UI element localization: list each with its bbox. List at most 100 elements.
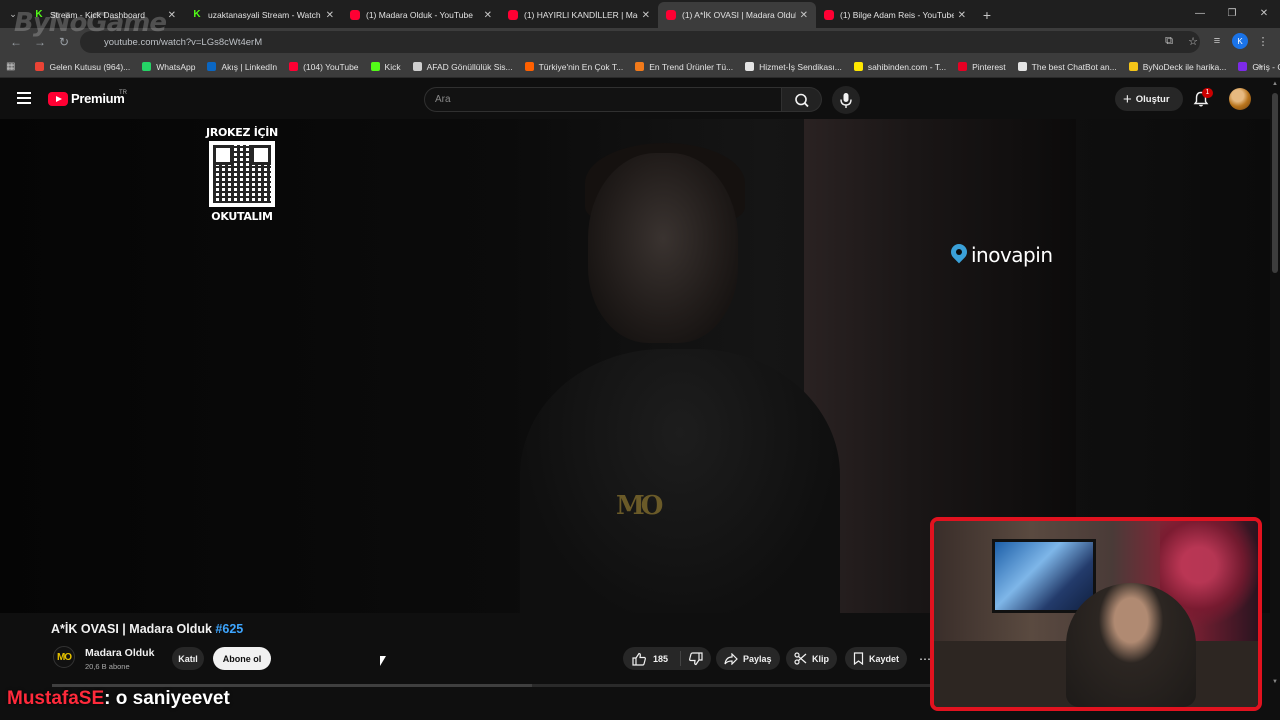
voice-search-button[interactable] [832, 86, 860, 114]
bookmark-item[interactable]: AFAD Gönüllülük Sis... [407, 62, 519, 72]
media-control-icon[interactable]: ≡ [1208, 32, 1226, 50]
bookmark-item[interactable]: Akış | LinkedIn [201, 62, 283, 72]
youtube-icon [350, 10, 360, 20]
bookmark-item[interactable]: Gelen Kutusu (964)... [29, 62, 136, 72]
close-icon[interactable]: ✕ [326, 10, 334, 21]
tab-2[interactable]: (1) Madara Olduk - YouTube ✕ [342, 2, 500, 28]
url-field[interactable]: youtube.com/watch?v=LGs8cWt4erM [80, 31, 1200, 53]
close-window-icon[interactable]: ✕ [1248, 0, 1280, 26]
bookmark-item[interactable]: Pinterest [952, 62, 1012, 72]
hamburger-menu-icon[interactable] [17, 92, 31, 104]
scroll-up-arrow-icon[interactable]: ▲ [1271, 81, 1279, 87]
restore-icon[interactable]: ❐ [1216, 0, 1248, 26]
tab-5[interactable]: (1) Bilge Adam Reis - YouTube ✕ [816, 2, 974, 28]
url-text: youtube.com/watch?v=LGs8cWt4erM [104, 36, 263, 48]
dislike-button[interactable] [681, 651, 711, 666]
close-icon[interactable]: ✕ [168, 10, 176, 21]
search-button[interactable] [782, 87, 822, 112]
menu-icon[interactable]: ⋮ [1254, 32, 1272, 50]
close-icon[interactable]: ✕ [958, 10, 966, 21]
minimize-icon[interactable]: — [1184, 0, 1216, 26]
chevron-right-icon[interactable]: » [1256, 61, 1262, 72]
account-avatar[interactable] [1229, 88, 1251, 110]
install-app-icon[interactable]: ⧉ [1160, 32, 1178, 50]
bookmark-item[interactable]: Hizmet-İş Sendikası... [739, 62, 848, 72]
bookmark-label: The best ChatBot an... [1031, 61, 1117, 72]
youtube-icon [289, 62, 299, 71]
clip-button[interactable]: Klip [786, 647, 837, 670]
tab-title: uzaktanasyali Stream - Watch L [208, 10, 322, 20]
close-icon[interactable]: ✕ [642, 10, 650, 21]
profile-avatar[interactable]: K [1232, 33, 1248, 49]
like-button[interactable]: 185 [623, 651, 681, 666]
bookmark-star-icon[interactable]: ☆ [1184, 32, 1202, 50]
share-icon [724, 652, 738, 665]
globe-icon [745, 62, 755, 71]
like-dislike-group: 185 [623, 647, 711, 670]
qr-code [209, 141, 275, 207]
bookmark-item[interactable]: (104) YouTube [283, 62, 364, 72]
video-title: A*İK OVASI | Madara Olduk #625 [51, 622, 243, 636]
new-tab-button[interactable]: + [974, 2, 1000, 28]
channel-avatar[interactable]: MO [53, 646, 75, 668]
scroll-down-arrow-icon[interactable]: ▼ [1271, 679, 1279, 685]
qr-overlay: JROKEZ İÇİN OKUTALIM [202, 126, 282, 223]
chat-username: MustafaSE [7, 688, 105, 709]
video-title-text: A*İK OVASI | Madara Olduk [51, 622, 212, 636]
search-input[interactable]: Ara [424, 87, 782, 112]
tab-4-active[interactable]: (1) A*İK OVASI | Madara Olduk ✕ [658, 2, 816, 28]
bookmark-item[interactable]: The best ChatBot an... [1012, 62, 1123, 72]
bookmark-item[interactable]: WhatsApp [136, 62, 201, 72]
tab-title: (1) HAYIRLI KANDİLLER | Madar [524, 10, 638, 20]
country-code: TR [119, 90, 127, 96]
gmail-icon [35, 62, 45, 71]
page-scrollbar[interactable]: ▲ ▼ [1270, 79, 1280, 720]
close-icon[interactable]: ✕ [484, 10, 492, 21]
save-button[interactable]: Kaydet [845, 647, 908, 670]
youtube-masthead: Premium TR Ara + Oluştur 1 [0, 79, 1270, 119]
subscriber-count: 20,6 B abone [85, 662, 130, 671]
microphone-icon [840, 93, 852, 108]
progress-fill [52, 684, 532, 687]
youtube-icon [508, 10, 518, 20]
tab-title: (1) A*İK OVASI | Madara Olduk [682, 10, 796, 20]
bookmark-label: Gelen Kutusu (964)... [49, 61, 131, 72]
subscribe-button[interactable]: Abone ol [213, 647, 271, 670]
bookmark-item[interactable]: sahibinden.com - T... [848, 62, 952, 72]
bookmark-icon [853, 652, 864, 665]
qr-caption-bottom: OKUTALIM [211, 210, 273, 223]
mouse-cursor [380, 656, 386, 666]
channel-name[interactable]: Madara Olduk [85, 647, 154, 659]
bookmark-label: (104) YouTube [303, 61, 359, 72]
kick-icon [370, 62, 380, 71]
bookmark-item[interactable]: En Trend Ürünler Tü... [629, 62, 739, 72]
youtube-logo[interactable]: Premium [48, 91, 125, 106]
thumbs-up-icon [632, 652, 646, 666]
scroll-thumb[interactable] [1272, 93, 1278, 273]
close-icon[interactable]: ✕ [800, 10, 808, 21]
clip-label: Klip [812, 653, 829, 664]
create-button[interactable]: + Oluştur [1115, 87, 1183, 111]
share-button[interactable]: Paylaş [716, 647, 780, 670]
save-label: Kaydet [869, 653, 900, 664]
bookmark-item[interactable]: Türkiye'nin En Çok T... [519, 62, 630, 72]
bookmark-item[interactable]: Kick [365, 62, 407, 72]
kick-icon: K [193, 9, 201, 20]
video-progress-bar[interactable] [52, 684, 932, 687]
bookmark-item[interactable]: ByNoDeck ile harika... [1123, 62, 1233, 72]
chat-message-overlay: MustafaSE: o saniyeevet [7, 688, 230, 710]
video-hashtag[interactable]: #625 [215, 622, 243, 636]
join-button[interactable]: Katıl [172, 647, 204, 670]
apps-grid-icon[interactable]: ▦ [6, 61, 15, 72]
plus-icon: + [1123, 90, 1132, 108]
like-count: 185 [653, 653, 669, 664]
tab-1[interactable]: Kuzaktanasyali Stream - Watch L ✕ [184, 2, 342, 28]
canva-icon [1238, 62, 1248, 71]
tab-title: (1) Madara Olduk - YouTube [366, 10, 473, 20]
notification-badge: 1 [1202, 88, 1213, 98]
screen: ⌄ K Stream - Kick Dashboard ✕ Kuzaktanasya… [0, 0, 1280, 720]
bookmark-label: Türkiye'nin En Çok T... [538, 61, 624, 72]
bynodeck-icon [1128, 62, 1138, 71]
tab-3[interactable]: (1) HAYIRLI KANDİLLER | Madar ✕ [500, 2, 658, 28]
bookmark-label: AFAD Gönüllülük Sis... [426, 61, 513, 72]
